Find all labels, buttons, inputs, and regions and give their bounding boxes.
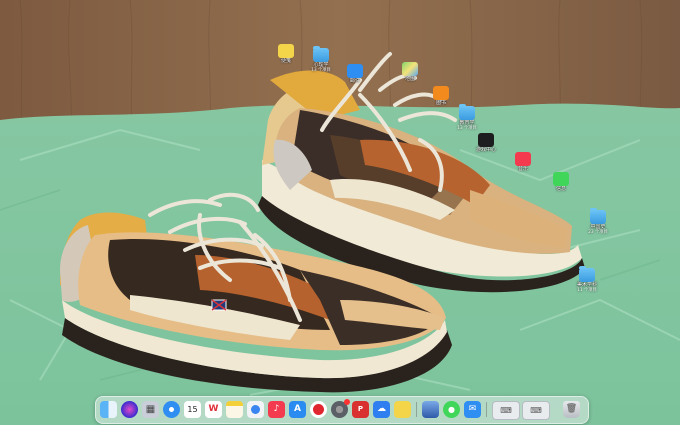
dock-calendar[interactable]: 15	[184, 401, 201, 418]
desktop-icon-subtitle: 23 个项目	[588, 230, 608, 235]
desktop-folder-education[interactable]: 教育学 13 个项目	[443, 104, 491, 131]
desktop-icon-maps[interactable]: 地图	[386, 62, 434, 82]
dock-pdf-app[interactable]: P	[352, 401, 369, 418]
dock-stickies[interactable]	[394, 401, 411, 418]
cloud-icon: ☁	[377, 404, 386, 414]
dock-trash[interactable]: 🗑	[563, 401, 580, 418]
desktop-icon-label: 地图	[404, 76, 415, 82]
pdf-icon: P	[357, 405, 364, 413]
dock-safari[interactable]	[163, 401, 180, 418]
mail-icon	[347, 64, 363, 78]
wps-letter: W	[208, 404, 219, 414]
desktop-icon-game-center[interactable]: 游戏中心	[462, 133, 510, 153]
dock-finder[interactable]	[100, 401, 117, 418]
desktop-icon-books[interactable]: 图书	[417, 86, 465, 106]
music-icon	[515, 152, 531, 166]
keyboard-icon: ⌨	[530, 406, 542, 415]
dock-keyboard-viewer[interactable]: ⌨	[492, 401, 520, 420]
dock-mail[interactable]: ✉	[464, 401, 481, 418]
folder-icon	[579, 266, 595, 282]
desktop-icon-subtitle: 13 个项目	[457, 126, 477, 131]
desktop-icon-subtitle: 11 个项目	[577, 288, 597, 293]
calendar-day: 15	[187, 405, 198, 414]
freeform-icon	[251, 405, 260, 414]
music-note-icon: ♪	[273, 404, 280, 414]
desktop-icon-mail[interactable]: 邮件	[331, 64, 379, 84]
dock-app-store[interactable]: A	[289, 401, 306, 418]
folder-icon	[459, 104, 475, 120]
badge-icon	[344, 399, 350, 405]
desktop-icon-music[interactable]: 音乐	[499, 152, 547, 172]
desktop-icon-label: 信息	[555, 186, 566, 192]
dock-separator	[416, 402, 417, 417]
dock-wps-office[interactable]: W	[205, 401, 222, 418]
dock-freeform[interactable]	[247, 401, 264, 418]
dock: ▦ 15 W ♪ A P ☁ ● ✉ ⌨ ⌨ 🗑	[95, 396, 589, 424]
folder-icon	[313, 46, 329, 62]
grid-icon: ▦	[145, 404, 156, 415]
message-bubble-icon: ●	[448, 405, 455, 414]
app-store-icon: A	[294, 404, 301, 414]
desktop-icon-label: 邮件	[349, 78, 360, 84]
desktop-folder-chinese-history[interactable]: 中国史 23 个项目	[574, 208, 622, 235]
books-icon	[433, 86, 449, 100]
dock-baidu-netdisk[interactable]: ☁	[373, 401, 390, 418]
dock-keyboard-viewer-2[interactable]: ⌨	[522, 401, 550, 420]
messages-icon	[553, 172, 569, 186]
keyboard-icon: ⌨	[500, 406, 512, 415]
netease-icon	[313, 404, 324, 415]
maps-icon	[402, 62, 418, 76]
dock-siri[interactable]	[121, 401, 138, 418]
trash-icon: 🗑	[565, 404, 578, 414]
dock-system-settings[interactable]	[331, 399, 350, 418]
dock-netease-music[interactable]	[310, 401, 327, 418]
envelope-icon: ✉	[468, 404, 477, 414]
folder-icon	[590, 208, 606, 224]
dock-messages[interactable]: ●	[443, 401, 460, 418]
game-center-icon	[478, 133, 494, 147]
desktop-icon-messages[interactable]: 信息	[537, 172, 585, 192]
dock-notes[interactable]	[226, 401, 243, 418]
dock-music[interactable]: ♪	[268, 401, 285, 418]
desktop-folder-art[interactable]: 美术学科 11 个项目	[563, 266, 611, 293]
dock-separator	[486, 402, 487, 417]
dock-launchpad[interactable]: ▦	[142, 401, 159, 418]
desktop: 便笺 心理学 13 个项目 邮件 地图 图书 教育学 13 个项目 游戏中心 音…	[0, 0, 680, 425]
dock-preview[interactable]	[422, 401, 439, 418]
stickies-icon	[278, 44, 294, 58]
